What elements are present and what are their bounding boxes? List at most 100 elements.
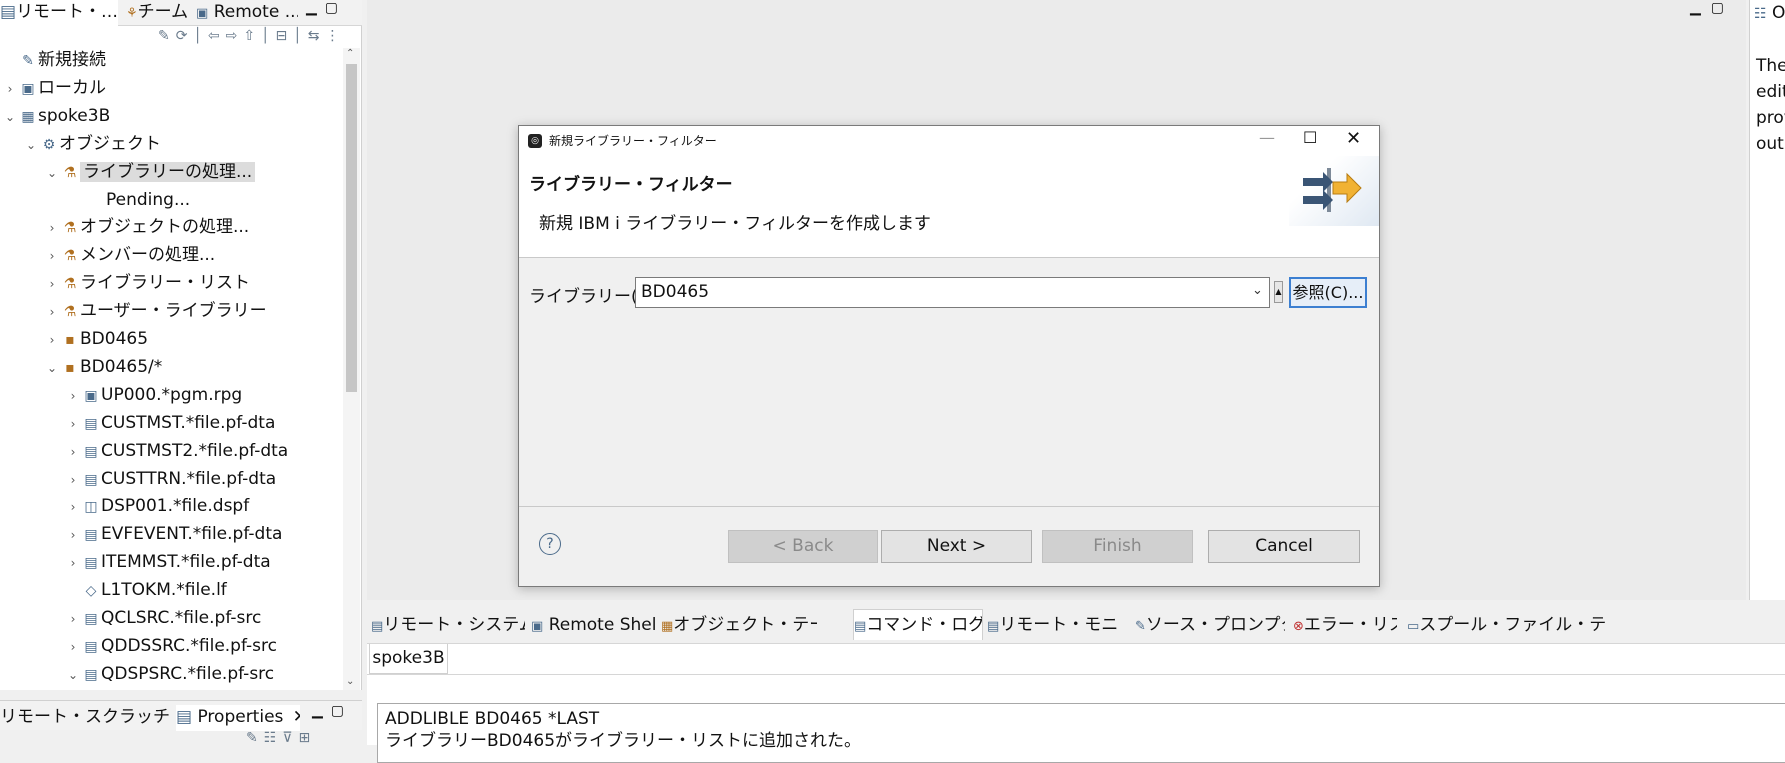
up-icon[interactable]: ⇧ <box>243 28 261 44</box>
tree-item[interactable]: › ▣ ローカル <box>2 75 106 102</box>
minimize-icon[interactable]: ▁ <box>306 0 325 16</box>
tab-spoke3b[interactable]: spoke3B <box>369 644 448 674</box>
tree-scrollbar-thumb[interactable] <box>346 64 357 392</box>
tree-item[interactable]: › ▤ CUSTMST.*file.pf-dta <box>65 410 276 438</box>
back-button[interactable]: < Back <box>728 530 878 563</box>
tab-team[interactable]: ⚘チーム <box>126 0 192 26</box>
tab-spool-file-table[interactable]: ▭スプール・ファイル・テーブル <box>1407 613 1607 639</box>
chevron-right-icon[interactable]: › <box>65 439 81 466</box>
tree-item[interactable]: › ⚗ ライブラリー・リスト <box>44 270 250 297</box>
dialog-titlebar[interactable]: ◎ 新規ライブラリー・フィルター — ☐ ✕ <box>519 126 1379 156</box>
browse-button[interactable]: 参照(C)... <box>1289 277 1367 308</box>
tree-item[interactable]: › ▪ BD0465 <box>44 326 148 353</box>
chevron-down-icon[interactable]: ⌄ <box>23 132 39 159</box>
tab-remote-scratchpad[interactable]: リモート・スクラッチパ... <box>0 705 170 731</box>
chevron-right-icon[interactable]: › <box>65 550 81 577</box>
tree-item[interactable]: › ◫ DSP001.*file.dspf <box>65 493 250 521</box>
chevron-down-icon[interactable]: ⌄ <box>44 355 60 382</box>
chevron-down-icon[interactable]: ⌄ <box>2 104 18 131</box>
next-button[interactable]: Next > <box>881 530 1032 563</box>
tab-remote-systems[interactable]: ▤リモート・… ✕ <box>0 0 118 26</box>
library-input[interactable]: BD0465 <box>641 282 709 302</box>
tree-item[interactable]: › ▤ QCLSRC.*file.pf-src <box>65 605 262 633</box>
chevron-down-icon[interactable]: ⌄ <box>44 160 60 187</box>
advanced-icon[interactable]: ⊞ <box>299 730 317 746</box>
tab-remote-system-details[interactable]: ▤リモート・システム詳細 <box>371 613 525 639</box>
tab-command-log[interactable]: ▤コマンド・ログ ✕ <box>853 609 983 640</box>
maximize-icon[interactable]: ☐ <box>1303 128 1317 147</box>
cancel-button[interactable]: Cancel <box>1208 530 1360 563</box>
tab-source-prompter[interactable]: ✎ソース・プロンプター <box>1135 613 1285 639</box>
chevron-right-icon[interactable]: › <box>65 411 81 438</box>
tree-item[interactable]: ⌄ ▤ QDSPSRC.*file.pf-src <box>65 661 274 688</box>
chevron-right-icon[interactable]: › <box>65 467 81 494</box>
tree-item[interactable]: ⌄ ▪ BD0465/* <box>44 354 162 381</box>
scroll-up-icon[interactable]: ⌃ <box>346 48 354 59</box>
filter-icon[interactable]: ⊽ <box>282 730 298 746</box>
tree-item[interactable]: › ▤ CUSTTRN.*file.pf-dta <box>65 466 277 494</box>
tab-properties[interactable]: ▤ Properties ✕ <box>176 705 300 731</box>
close-icon[interactable]: ✕ <box>1346 128 1361 149</box>
chevron-right-icon[interactable]: › <box>2 76 18 103</box>
library-combobox[interactable]: BD0465 ⌄ <box>635 277 1270 308</box>
tree-item[interactable]: Pending... <box>86 187 190 214</box>
tab-remote[interactable]: ▣ Remote ... <box>196 0 298 26</box>
refresh-icon[interactable]: ⟳ <box>176 28 194 44</box>
tree-item[interactable]: › ▤ ITEMMST.*file.pf-dta <box>65 549 271 576</box>
maximize-icon[interactable]: ▢ <box>1711 0 1734 16</box>
chevron-right-icon[interactable]: › <box>65 383 81 410</box>
tree-item[interactable]: › ⚗ ユーザー・ライブラリー <box>44 298 267 325</box>
chevron-right-icon[interactable]: › <box>65 494 81 521</box>
link-with-editor-icon[interactable]: ⇆ <box>308 28 326 44</box>
chevron-right-icon[interactable]: › <box>44 243 60 270</box>
new-connection-tool-icon[interactable]: ✎ <box>158 28 176 44</box>
forward-icon[interactable]: ⇨ <box>226 28 244 44</box>
pin-icon[interactable]: ✎ <box>246 730 264 746</box>
tree-item-label: QCLSRC.*file.pf-src <box>101 608 262 628</box>
tree-item[interactable]: › ▣ UP000.*pgm.rpg <box>65 382 243 410</box>
tree-item[interactable]: ◇ L1TOKM.*file.lf <box>65 577 227 604</box>
tab-object-table[interactable]: ▦オブジェクト・テーブル <box>661 613 817 639</box>
tab-remote-shell[interactable]: ▣ Remote Shell <box>531 613 655 639</box>
chevron-right-icon[interactable]: › <box>44 299 60 326</box>
tree-item[interactable]: ⌄ ⚙ オブジェクト <box>23 131 161 158</box>
tree-item[interactable]: › ▤ QDDSSRC.*file.pf-src <box>65 633 277 660</box>
maximize-icon[interactable]: ▢ <box>331 703 352 719</box>
chevron-down-icon[interactable]: ⌄ <box>65 662 81 689</box>
minimize-icon[interactable]: ▁ <box>312 703 331 719</box>
outline-message-line: edit <box>1756 82 1785 102</box>
log-output[interactable]: ADDLIBLE BD0465 *LAST ライブラリーBD0465がライブラリ… <box>377 703 1785 763</box>
tree-item[interactable]: ⌄ ▦ spoke3B <box>2 103 110 130</box>
history-spinner[interactable]: ▲ <box>1274 281 1283 303</box>
chevron-down-icon[interactable]: ⌄ <box>1252 283 1263 298</box>
back-icon[interactable]: ⇦ <box>208 28 226 44</box>
chevron-right-icon[interactable]: › <box>44 271 60 298</box>
close-icon[interactable]: ✕ <box>293 707 300 727</box>
file-icon: ▤ <box>84 415 98 432</box>
categories-icon[interactable]: ☷ <box>264 730 283 746</box>
tree-item[interactable]: › ⚗ オブジェクトの処理... <box>44 214 250 242</box>
view-menu-icon[interactable]: ⋮ <box>325 28 345 44</box>
tree-item[interactable]: › ▤ CUSTMST2.*file.pf-dta <box>65 438 289 466</box>
tab-label: スプール・ファイル・テーブル <box>1419 615 1607 635</box>
tree-item[interactable]: › ▤ EVFEVENT.*file.pf-dta <box>65 521 283 549</box>
chevron-right-icon[interactable]: › <box>44 215 60 242</box>
tab-error-list[interactable]: ⊗エラー・リスト <box>1293 613 1397 639</box>
tree-item[interactable]: ⌄ ⚗ ライブラリーの処理... <box>44 159 256 187</box>
tab-remote-monitor[interactable]: ▤リモート・モニター <box>987 613 1117 639</box>
outline-tab[interactable]: ☷ O <box>1750 0 1785 27</box>
chevron-right-icon[interactable]: › <box>65 634 81 661</box>
tree-item[interactable]: › ⚗ メンバーの処理... <box>44 242 216 270</box>
tree-item-label: CUSTTRN.*file.pf-dta <box>101 468 277 489</box>
collapse-all-icon[interactable]: ⊟ <box>276 28 294 44</box>
finish-button[interactable]: Finish <box>1042 530 1193 563</box>
minimize-icon[interactable]: ▁ <box>1690 0 1711 16</box>
minimize-icon[interactable]: — <box>1259 128 1275 147</box>
maximize-icon[interactable]: ▢ <box>325 0 346 16</box>
scroll-down-icon[interactable]: ⌄ <box>346 676 354 687</box>
chevron-right-icon[interactable]: › <box>65 606 81 633</box>
chevron-right-icon[interactable]: › <box>44 327 60 354</box>
chevron-right-icon[interactable]: › <box>65 522 81 549</box>
help-icon[interactable]: ? <box>539 533 561 555</box>
tree-item[interactable]: ✎ 新規接続 <box>2 47 106 74</box>
